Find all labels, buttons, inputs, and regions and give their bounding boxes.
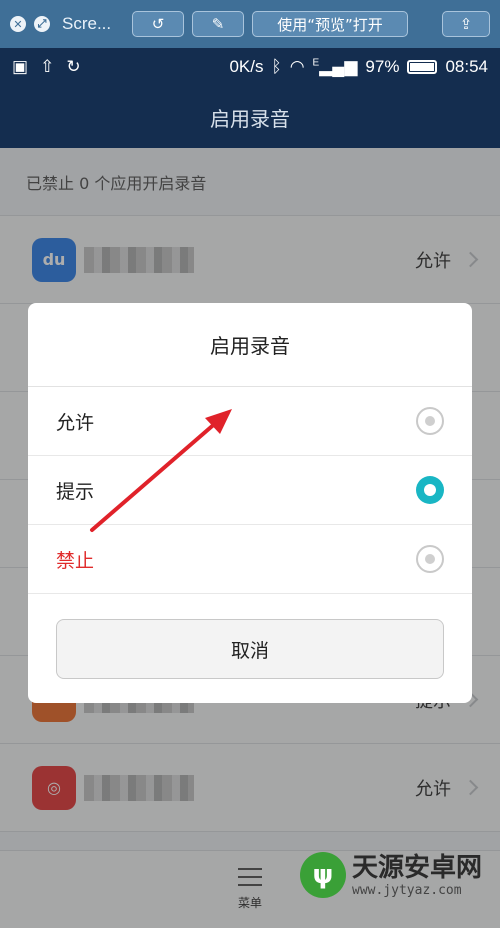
screenshot-root: ✕ ⤢ Scre... ↺ ✎ 使用“预览”打开 ⇪ ▣ ⇧ ↻ 0K/s ᛒ … — [0, 0, 500, 928]
battery-percent: 97% — [365, 57, 400, 76]
network-type: E — [312, 57, 320, 69]
option-label: 禁止 — [56, 549, 95, 572]
dialog-title: 启用录音 — [28, 303, 472, 387]
radio-unselected-icon[interactable] — [416, 545, 444, 573]
markup-pen-icon: ✎ — [211, 15, 225, 33]
page-title: 启用录音 — [0, 86, 500, 148]
option-label: 提示 — [56, 480, 95, 503]
quicklook-title: Scre... — [62, 14, 112, 33]
upload-notification-icon: ⇧ — [40, 57, 55, 76]
record-permission-dialog: 启用录音 允许 提示 禁止 取消 — [28, 303, 472, 703]
markup-button[interactable]: ✎ — [192, 11, 244, 37]
option-label: 允许 — [56, 411, 95, 434]
bluetooth-icon: ᛒ — [271, 57, 282, 76]
status-bar: ▣ ⇧ ↻ 0K/s ᛒ ◠ E▂▄▆ 97% 08:54 — [0, 48, 500, 86]
rotate-icon: ↺ — [151, 15, 165, 33]
watermark: ψ 天源安卓网 www.jytyaz.com — [300, 852, 482, 898]
option-deny[interactable]: 禁止 — [28, 525, 472, 594]
rotate-button[interactable]: ↺ — [132, 11, 184, 37]
close-icon[interactable]: ✕ — [10, 16, 26, 32]
quicklook-toolbar: ✕ ⤢ Scre... ↺ ✎ 使用“预览”打开 ⇪ — [0, 0, 500, 48]
option-prompt[interactable]: 提示 — [28, 456, 472, 525]
gallery-notification-icon: ▣ — [12, 57, 29, 76]
share-button[interactable]: ⇪ — [442, 11, 490, 37]
clock: 08:54 — [445, 57, 488, 76]
battery-icon — [407, 60, 438, 74]
watermark-url: www.jytyaz.com — [352, 882, 462, 898]
share-icon: ⇪ — [459, 15, 473, 33]
wifi-icon: ◠ — [289, 57, 305, 76]
watermark-name: 天源安卓网 — [352, 852, 483, 883]
open-with-preview-button[interactable]: 使用“预览”打开 — [252, 11, 408, 37]
radio-selected-icon[interactable] — [416, 476, 444, 504]
battery-fill — [410, 63, 434, 71]
android-logo-icon: ψ — [300, 852, 346, 898]
cancel-button[interactable]: 取消 — [56, 619, 444, 679]
network-speed: 0K/s — [229, 57, 264, 76]
option-allow[interactable]: 允许 — [28, 387, 472, 456]
sync-notification-icon: ↻ — [66, 57, 81, 76]
cellular-signal-icon: E▂▄▆ — [312, 57, 358, 76]
fullscreen-icon[interactable]: ⤢ — [34, 16, 50, 32]
radio-unselected-icon[interactable] — [416, 407, 444, 435]
